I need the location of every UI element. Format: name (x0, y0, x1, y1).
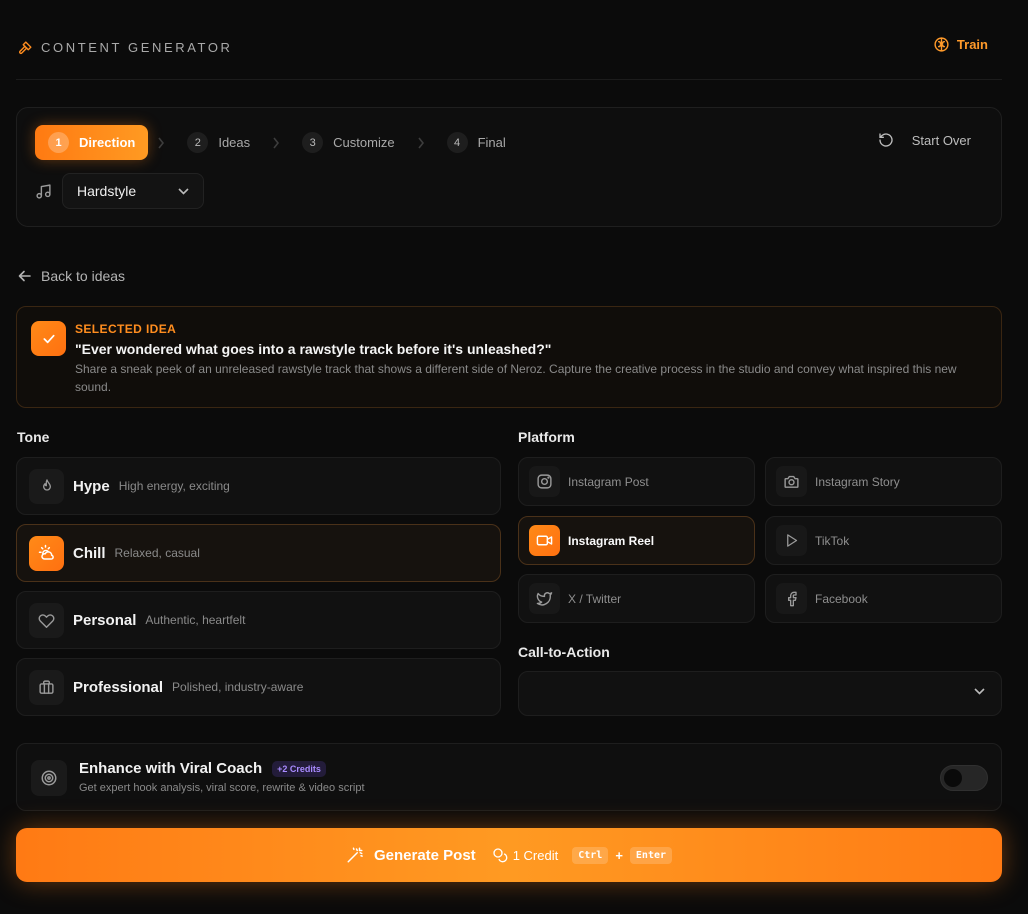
tone-description: Polished, industry-aware (172, 680, 304, 694)
plus-sign: + (615, 847, 623, 863)
back-label: Back to ideas (41, 268, 126, 284)
cta-label: Call-to-Action (518, 644, 610, 660)
step-label: Ideas (218, 135, 251, 150)
step-label: Customize (333, 135, 395, 150)
generate-post-button[interactable]: Generate Post 1 Credit Ctrl + Enter (16, 828, 1002, 882)
page-title: CONTENT GENERATOR (41, 40, 233, 55)
briefcase-icon (29, 669, 64, 705)
credits-badge: +2 Credits (272, 760, 326, 777)
viral-coach-toggle[interactable] (940, 765, 988, 791)
cta-select[interactable] (518, 671, 1002, 716)
selected-idea-label: SELECTED IDEA (75, 322, 177, 336)
music-note-icon (35, 183, 52, 200)
step-label: Final (477, 135, 506, 150)
step-number: 1 (48, 132, 69, 153)
step-number: 4 (446, 132, 468, 153)
stepper-panel: 1 Direction 2 Ideas 3 Customize 4 Final … (16, 107, 1002, 227)
step-number: 2 (187, 132, 209, 153)
tone-label: Tone (17, 429, 50, 445)
selected-idea-card: SELECTED IDEA "Ever wondered what goes i… (16, 306, 1002, 408)
platform-name: Instagram Post (568, 474, 649, 489)
genre-select[interactable]: Hardstyle (62, 173, 204, 209)
tone-option-professional[interactable]: Professional Polished, industry-aware (16, 658, 501, 716)
target-icon (31, 760, 67, 796)
platform-name: Instagram Reel (568, 533, 655, 548)
step-direction[interactable]: 1 Direction (35, 125, 149, 160)
viral-coach-card: Enhance with Viral Coach +2 Credits Get … (16, 743, 1002, 811)
credit-cost: 1 Credit (492, 847, 559, 863)
platform-option-instagram-reel[interactable]: Instagram Reel (518, 516, 755, 565)
generate-label: Generate Post (373, 846, 476, 864)
chevron-right-icon (263, 137, 289, 149)
tone-option-hype[interactable]: Hype High energy, exciting (16, 457, 501, 515)
toggle-knob (944, 769, 962, 787)
tone-name: Professional (73, 678, 164, 696)
heart-icon (29, 602, 64, 638)
video-icon (529, 525, 560, 556)
tone-description: High energy, exciting (118, 479, 230, 493)
platform-option-facebook[interactable]: Facebook (765, 574, 1002, 623)
platform-name: TikTok (815, 533, 850, 548)
sun-cloud-icon (29, 535, 64, 571)
tone-name: Hype (73, 477, 110, 495)
selected-idea-quote: "Ever wondered what goes into a rawstyle… (75, 341, 552, 357)
tone-description: Authentic, heartfelt (145, 613, 246, 627)
header-divider (16, 79, 1002, 80)
chevron-down-icon (974, 688, 985, 695)
magic-wand-icon (346, 846, 364, 864)
genre-value: Hardstyle (77, 183, 137, 199)
platform-name: Instagram Story (815, 474, 900, 489)
start-over-button[interactable]: Start Over (878, 132, 971, 148)
app-header: CONTENT GENERATOR (18, 40, 233, 55)
credit-label: 1 Credit (512, 847, 559, 863)
twitter-icon (529, 583, 560, 614)
chevron-right-icon (408, 137, 434, 149)
platform-name: X / Twitter (568, 591, 622, 606)
enter-key: Enter (629, 846, 673, 864)
platform-option-x-twitter[interactable]: X / Twitter (518, 574, 755, 623)
stepper: 1 Direction 2 Ideas 3 Customize 4 Final (35, 125, 519, 160)
genre-row: Hardstyle (35, 173, 204, 209)
check-icon (31, 321, 66, 356)
start-over-label: Start Over (911, 132, 971, 148)
step-number: 3 (302, 132, 324, 153)
tone-option-chill[interactable]: Chill Relaxed, casual (16, 524, 501, 582)
viral-coach-title: Enhance with Viral Coach (79, 760, 263, 777)
facebook-icon (776, 583, 807, 614)
platform-option-tiktok[interactable]: TikTok (765, 516, 1002, 565)
tone-name: Chill (73, 544, 106, 562)
flame-icon (29, 468, 64, 504)
selected-idea-description: Share a sneak peek of an unreleased raws… (75, 362, 957, 394)
viral-coach-title-row: Enhance with Viral Coach +2 Credits (79, 760, 326, 777)
train-button[interactable]: Train (933, 36, 988, 53)
step-label: Direction (79, 135, 136, 150)
chevron-right-icon (148, 137, 174, 149)
viral-coach-description: Get expert hook analysis, viral score, r… (79, 782, 365, 794)
step-ideas[interactable]: 2 Ideas (174, 125, 263, 160)
step-customize[interactable]: 3 Customize (289, 125, 407, 160)
platform-option-instagram-post[interactable]: Instagram Post (518, 457, 755, 506)
platform-name: Facebook (815, 591, 868, 606)
tone-description: Relaxed, casual (114, 546, 200, 560)
coins-icon (492, 847, 508, 863)
platform-label: Platform (518, 429, 575, 445)
hammer-icon (18, 40, 32, 55)
instagram-icon (529, 466, 560, 497)
ctrl-key: Ctrl (572, 846, 609, 864)
step-final[interactable]: 4 Final (434, 125, 519, 160)
arrow-left-icon (18, 270, 31, 282)
camera-icon (776, 466, 807, 497)
train-label: Train (956, 37, 988, 52)
tone-option-personal[interactable]: Personal Authentic, heartfelt (16, 591, 501, 649)
platform-option-instagram-story[interactable]: Instagram Story (765, 457, 1002, 506)
chevron-down-icon (178, 187, 189, 195)
rotate-ccw-icon (878, 132, 894, 148)
tone-name: Personal (73, 611, 137, 629)
back-to-ideas-link[interactable]: Back to ideas (18, 268, 125, 284)
shortcut-hint: Ctrl + Enter (572, 846, 673, 864)
play-icon (776, 525, 807, 556)
brain-icon (933, 36, 950, 53)
